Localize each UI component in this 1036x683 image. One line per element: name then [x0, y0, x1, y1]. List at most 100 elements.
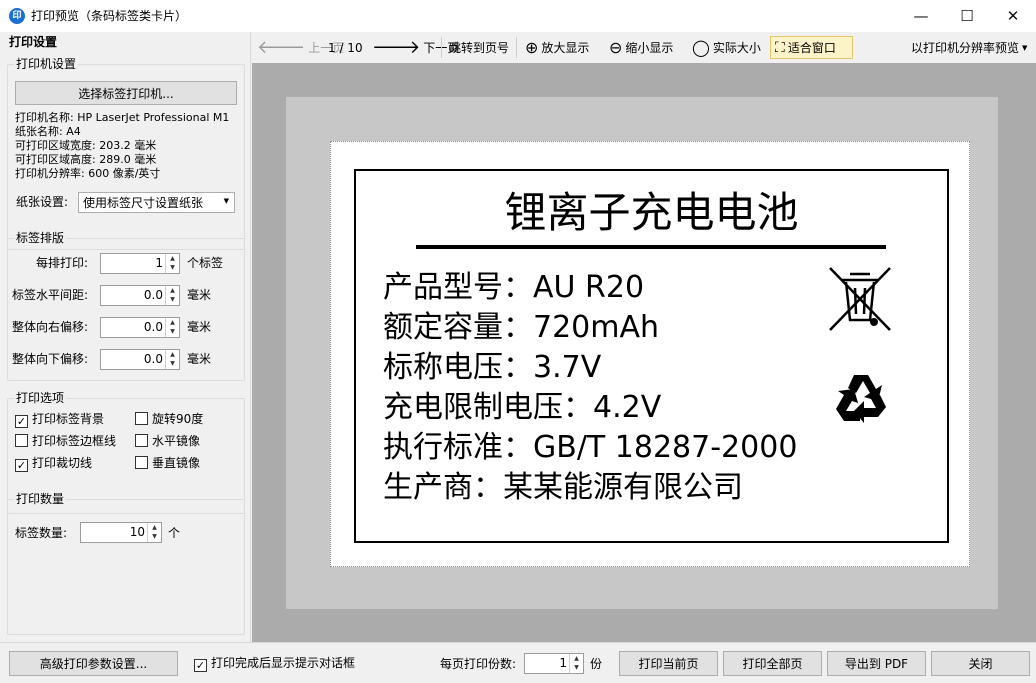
- print-cut-line-label: 打印裁切线: [32, 456, 93, 470]
- per-row-label: 每排打印:: [36, 256, 89, 270]
- print-background-label: 打印标签背景: [32, 412, 105, 426]
- per-row-value: 1: [155, 256, 163, 270]
- chevron-down-icon: ▼: [1022, 43, 1028, 52]
- arrow-right-icon: 🡒: [372, 36, 421, 58]
- checkbox-unchecked-icon: [135, 434, 148, 447]
- spinner-arrows-icon[interactable]: ▲ ▼: [165, 254, 179, 273]
- zoom-out-button[interactable]: ⊖ 缩小显示: [609, 36, 673, 59]
- options-group-title: 打印选项: [14, 391, 67, 405]
- toolbar-separator: [441, 37, 442, 58]
- spinner-arrows-icon[interactable]: ▲ ▼: [165, 286, 179, 305]
- recycle-icon: [836, 375, 886, 423]
- app-icon: 印: [9, 8, 25, 24]
- layout-group-title: 标签排版: [14, 231, 67, 245]
- select-printer-button[interactable]: 选择标签打印机...: [15, 81, 237, 105]
- arrow-left-icon: 🡐: [257, 36, 306, 58]
- spinner-arrows-icon[interactable]: ▲ ▼: [147, 523, 161, 542]
- label-row-charge-limit: 充电限制电压：4.2V: [383, 390, 662, 425]
- close-button[interactable]: 关闭: [931, 651, 1030, 676]
- offset-right-unit: 毫米: [187, 320, 212, 334]
- h-spacing-value: 0.0: [143, 288, 163, 302]
- copies-unit: 份: [590, 657, 603, 671]
- print-background-checkbox[interactable]: ✓ 打印标签背景: [15, 412, 104, 428]
- title-bar[interactable]: 印 打印预览（条码标签类卡片） — ☐ ✕: [0, 0, 1036, 32]
- print-cut-line-checkbox[interactable]: ✓ 打印裁切线: [15, 456, 92, 472]
- export-pdf-button[interactable]: 导出到 PDF: [827, 651, 926, 676]
- offset-right-label: 整体向右偏移:: [12, 320, 89, 334]
- zoom-in-button[interactable]: ⊕ 放大显示: [525, 36, 589, 59]
- resolution-preview-dropdown[interactable]: 以打印机分辨率预览 ▼: [911, 36, 1027, 59]
- preview-toolbar: 🡐上一页 1 / 10 🡒下一页 跳转到页号 ⊕放大显示 ⊖缩小显示 ◯实际大小…: [252, 32, 1036, 63]
- zoom-in-label: 放大显示: [541, 41, 590, 55]
- mirror-vertical-checkbox[interactable]: 垂直镜像: [135, 456, 200, 470]
- paper-setting-label: 纸张设置:: [16, 195, 69, 209]
- printable-width-text: 可打印区域宽度: 203.2 毫米: [15, 139, 157, 152]
- print-all-button[interactable]: 打印全部页: [723, 651, 822, 676]
- spinner-arrows-icon[interactable]: ▲ ▼: [569, 654, 583, 673]
- page-indicator: 1 / 10: [328, 40, 363, 55]
- h-spacing-label: 标签水平间距:: [12, 288, 89, 302]
- label-row-standard: 执行标准：GB/T 18287-2000: [383, 430, 798, 465]
- label-divider: [416, 245, 886, 249]
- label-card: 锂离子充电电池 产品型号：AU R20 额定容量：720mAh 标称电压：3.7…: [354, 169, 949, 543]
- checkbox-checked-icon: ✓: [194, 659, 207, 672]
- print-preview-window: 印 打印预览（条码标签类卡片） — ☐ ✕ 打印设置 打印机设置 选择标签打印机…: [0, 0, 1036, 683]
- print-border-checkbox[interactable]: 打印标签边框线: [15, 434, 116, 448]
- h-spacing-spinner[interactable]: 0.0 ▲ ▼: [100, 285, 180, 306]
- advanced-settings-button[interactable]: 高级打印参数设置...: [9, 651, 178, 676]
- printer-name-text: 打印机名称: HP LaserJet Professional M1: [15, 111, 230, 124]
- fit-window-button[interactable]: ⛶ 适合窗口: [770, 36, 853, 59]
- actual-size-label: 实际大小: [712, 41, 761, 55]
- paper-name-text: 纸张名称: A4: [15, 125, 81, 138]
- settings-header: 打印设置: [9, 35, 58, 49]
- mirror-horizontal-label: 水平镜像: [152, 434, 201, 448]
- paper-setting-select[interactable]: 使用标签尺寸设置纸张 ▼: [78, 192, 235, 213]
- mirror-horizontal-checkbox[interactable]: 水平镜像: [135, 434, 200, 448]
- actual-size-button[interactable]: ◯ 实际大小: [692, 36, 761, 59]
- show-dialog-checkbox[interactable]: ✓ 打印完成后显示提示对话框: [194, 656, 355, 672]
- label-title: 锂离子充电电池: [504, 188, 799, 237]
- per-row-unit: 个标签: [187, 256, 224, 270]
- show-dialog-label: 打印完成后显示提示对话框: [211, 656, 356, 670]
- checkbox-unchecked-icon: [135, 412, 148, 425]
- per-row-spinner[interactable]: 1 ▲ ▼: [100, 253, 180, 274]
- quantity-spinner[interactable]: 10 ▲ ▼: [80, 522, 162, 543]
- minimize-button[interactable]: —: [898, 0, 944, 32]
- resolution-preview-label: 以打印机分辨率预览: [911, 41, 1020, 55]
- offset-right-spinner[interactable]: 0.0 ▲ ▼: [100, 317, 180, 338]
- paper-setting-value: 使用标签尺寸设置纸张: [83, 196, 204, 210]
- crossed-bin-icon: [829, 267, 891, 331]
- maximize-button[interactable]: ☐: [944, 0, 990, 32]
- spinner-arrows-icon[interactable]: ▲ ▼: [165, 350, 179, 369]
- settings-panel: 打印设置 打印机设置 选择标签打印机... 打印机名称: HP LaserJet…: [0, 32, 251, 642]
- quantity-unit: 个: [168, 526, 181, 540]
- spinner-arrows-icon[interactable]: ▲ ▼: [165, 318, 179, 337]
- offset-down-label: 整体向下偏移:: [12, 352, 89, 366]
- label-row-voltage: 标称电压：3.7V: [383, 350, 602, 385]
- next-page-button[interactable]: 🡒下一页: [372, 36, 459, 59]
- offset-down-value: 0.0: [143, 352, 163, 366]
- goto-page-button[interactable]: 跳转到页号: [449, 36, 509, 59]
- magnifier-icon: ◯: [692, 37, 710, 57]
- offset-down-spinner[interactable]: 0.0 ▲ ▼: [100, 349, 180, 370]
- label-row-manufacturer: 生产商：某某能源有限公司: [383, 470, 743, 505]
- chevron-down-icon: ▼: [223, 197, 229, 205]
- mirror-vertical-label: 垂直镜像: [152, 456, 201, 470]
- printer-group-title: 打印机设置: [14, 57, 79, 71]
- printable-height-text: 可打印区域高度: 289.0 毫米: [15, 153, 157, 166]
- bottom-bar: 高级打印参数设置... ✓ 打印完成后显示提示对话框 每页打印份数: 1 ▲ ▼ 份…: [0, 642, 1036, 683]
- fit-window-icon: ⛶: [775, 39, 785, 56]
- toolbar-separator: [516, 37, 517, 58]
- copies-label: 每页打印份数:: [440, 657, 517, 671]
- rotate-90-checkbox[interactable]: 旋转90度: [135, 412, 203, 426]
- close-window-button[interactable]: ✕: [990, 0, 1036, 32]
- offset-right-value: 0.0: [143, 320, 163, 334]
- preview-area[interactable]: 锂离子充电电池 产品型号：AU R20 额定容量：720mAh 标称电压：3.7…: [252, 63, 1036, 642]
- copies-spinner[interactable]: 1 ▲ ▼: [524, 653, 584, 674]
- zoom-in-icon: ⊕: [525, 37, 539, 57]
- zoom-out-label: 缩小显示: [625, 41, 674, 55]
- print-current-button[interactable]: 打印当前页: [619, 651, 718, 676]
- checkbox-checked-icon: ✓: [15, 415, 28, 428]
- quantity-group-title: 打印数量: [14, 492, 67, 506]
- label-row-model: 产品型号：AU R20: [383, 270, 645, 305]
